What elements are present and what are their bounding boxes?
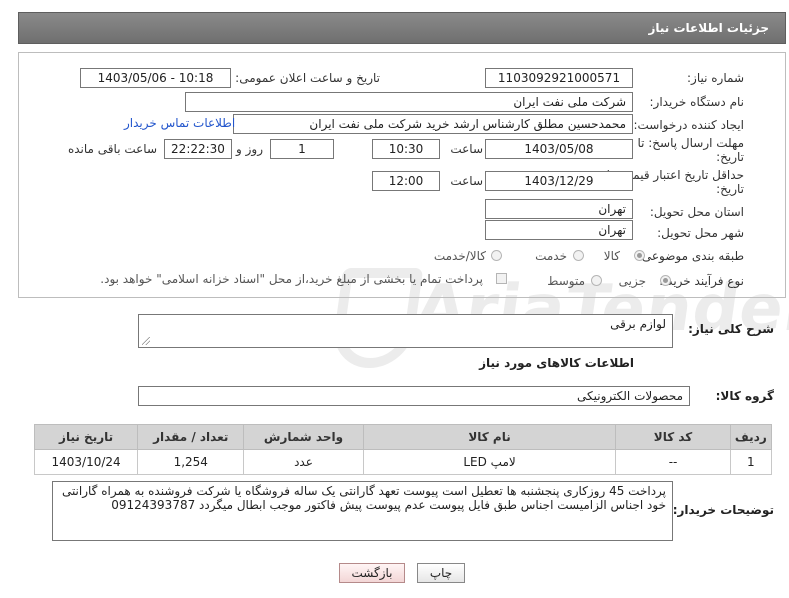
remaining-time-label: ساعت باقی مانده — [67, 142, 157, 156]
print-button[interactable]: چاپ — [417, 563, 465, 583]
col-header-unit: واحد شمارش — [243, 424, 364, 450]
delivery-city-label: شهر محل تحویل: — [657, 226, 744, 240]
cell-need-date: 1403/10/24 — [33, 449, 139, 475]
page-title-bar: جزئیات اطلاعات نیاز — [18, 12, 786, 44]
delivery-province-field: تهران — [485, 199, 633, 219]
general-description-label: شرح کلی نیاز: — [688, 322, 774, 336]
cell-row-number: 1 — [729, 449, 773, 475]
delivery-province-label: استان محل تحویل: — [649, 205, 744, 219]
items-table-header: ردیف کد کالا نام کالا واحد شمارش تعداد /… — [33, 424, 773, 450]
process-radio-minor[interactable] — [660, 275, 671, 286]
category-radio-goods-service[interactable] — [491, 250, 502, 261]
buyer-notes-label: توضیحات خریدار: — [672, 503, 774, 517]
table-row: 1 -- لامپ LED عدد 1,254 1403/10/24 — [33, 449, 773, 475]
announce-datetime-field: 1403/05/06 - 10:18 — [80, 68, 231, 88]
reply-deadline-time-label: ساعت — [450, 142, 483, 156]
category-option-goods: کالا — [603, 249, 620, 263]
purchase-process-label: نوع فرآیند خرید : — [659, 274, 744, 288]
col-header-row-number: ردیف — [729, 424, 773, 450]
price-validity-time-label: ساعت — [450, 174, 483, 188]
goods-group-field: محصولات الکترونیکی — [138, 386, 690, 406]
remaining-time-field: 22:22:30 — [164, 139, 232, 159]
buyer-org-field: شرکت ملی نفت ایران — [185, 92, 633, 112]
items-table: ردیف کد کالا نام کالا واحد شمارش تعداد /… — [33, 424, 773, 475]
cell-quantity: 1,254 — [137, 449, 245, 475]
buyer-contact-link[interactable]: اطلاعات تماس خریدار — [124, 116, 235, 130]
category-option-service: خدمت — [535, 249, 567, 263]
buyer-org-label: نام دستگاه خریدار: — [649, 95, 745, 109]
category-radio-service[interactable] — [573, 250, 584, 261]
price-validity-date-field: 1403/12/29 — [485, 171, 633, 191]
price-validity-label-date: تاریخ: — [716, 182, 744, 196]
process-option-minor: جزیی — [618, 274, 646, 288]
col-header-goods-name: نام کالا — [362, 424, 617, 450]
category-radio-goods[interactable] — [634, 250, 645, 261]
resize-handle-icon — [142, 337, 150, 345]
reply-deadline-date-field: 1403/05/08 — [485, 139, 633, 159]
delivery-city-field: تهران — [485, 220, 633, 240]
treasury-note: پرداخت تمام یا بخشی از مبلغ خرید،از محل … — [100, 272, 483, 286]
reply-deadline-time-field: 10:30 — [372, 139, 440, 159]
process-radio-medium[interactable] — [591, 275, 602, 286]
page-title: جزئیات اطلاعات نیاز — [648, 21, 769, 35]
reply-days-field: 1 — [270, 139, 334, 159]
need-number-label: شماره نیاز: — [687, 71, 744, 85]
reply-deadline-label-date: تاریخ: — [716, 150, 744, 164]
cell-goods-code: -- — [615, 449, 731, 475]
col-header-quantity: تعداد / مقدار — [137, 424, 245, 450]
back-button[interactable]: بازگشت — [339, 563, 405, 583]
category-option-goods-service: کالا/خدمت — [433, 249, 486, 263]
reply-days-label: روز و — [236, 142, 263, 156]
category-label: طبقه بندی موضوعی: — [637, 249, 744, 263]
requester-field: محمدحسین مطلق کارشناس ارشد خرید شرکت ملی… — [233, 114, 633, 134]
goods-group-label: گروه کالا: — [715, 389, 774, 403]
treasury-checkbox[interactable] — [496, 273, 507, 284]
col-header-goods-code: کد کالا — [615, 424, 731, 450]
col-header-need-date: تاریخ نیاز — [33, 424, 139, 450]
buyer-notes-field: پرداخت 45 روزکاری پنجشنبه ها تعطیل است پ… — [52, 481, 673, 541]
cell-goods-name: لامپ LED — [362, 449, 617, 475]
reply-deadline-label: مهلت ارسال پاسخ: تا — [637, 136, 744, 150]
general-description-value: لوازم برقی — [610, 317, 666, 331]
announce-datetime-label: تاریخ و ساعت اعلان عمومی: — [235, 71, 380, 85]
price-validity-time-field: 12:00 — [372, 171, 440, 191]
items-section-title: اطلاعات کالاهای مورد نیاز — [479, 356, 634, 370]
requester-label: ایجاد کننده درخواست: — [633, 118, 744, 132]
need-number-field: 1103092921000571 — [485, 68, 633, 88]
buyer-notes-value: پرداخت 45 روزکاری پنجشنبه ها تعطیل است پ… — [61, 484, 666, 512]
cell-unit: عدد — [243, 449, 364, 475]
process-option-medium: متوسط — [547, 274, 585, 288]
general-description-field: لوازم برقی — [138, 314, 673, 348]
